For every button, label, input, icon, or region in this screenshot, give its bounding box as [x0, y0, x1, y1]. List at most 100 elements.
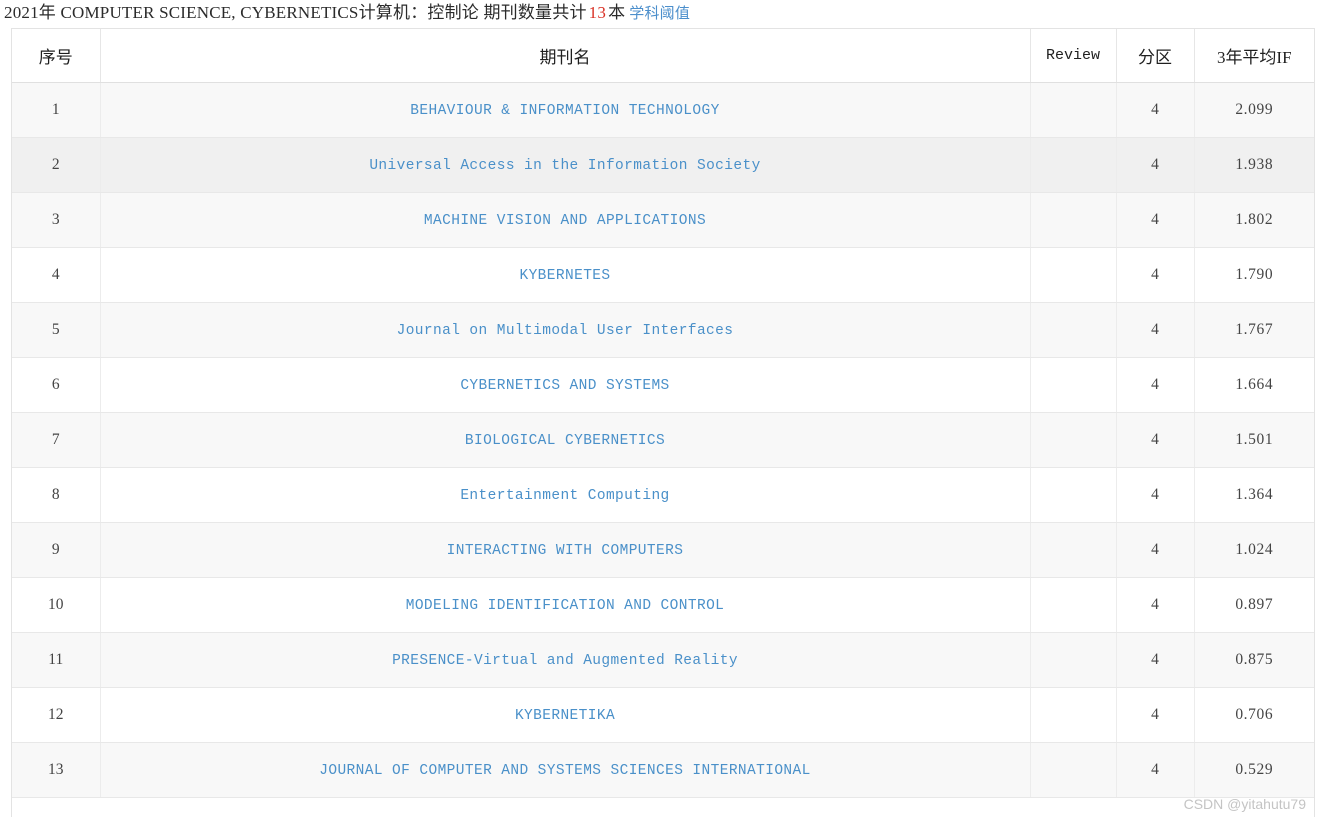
- cell-zone: 4: [1116, 412, 1195, 468]
- cell-zone: 4: [1116, 137, 1195, 193]
- cell-index: 10: [12, 577, 101, 633]
- cell-journal-name: Universal Access in the Information Soci…: [100, 137, 1031, 193]
- table-header-row: 序号 期刊名 Review 分区 3年平均IF: [12, 29, 1314, 83]
- cell-impact-factor: 1.501: [1194, 412, 1314, 468]
- column-header-index[interactable]: 序号: [12, 29, 101, 83]
- title-year: 2021年: [4, 3, 56, 22]
- title-count-label: 期刊数量共计: [483, 3, 587, 22]
- cell-index: 2: [12, 137, 101, 193]
- journal-name-link[interactable]: PRESENCE-Virtual and Augmented Reality: [392, 653, 738, 669]
- cell-zone: 4: [1116, 82, 1195, 138]
- cell-review: [1030, 742, 1117, 798]
- cell-review: [1030, 467, 1117, 523]
- journal-name-link[interactable]: MACHINE VISION AND APPLICATIONS: [424, 213, 706, 229]
- cell-zone: 4: [1116, 632, 1195, 688]
- cell-index: 13: [12, 742, 101, 798]
- cell-zone: 4: [1116, 247, 1195, 303]
- table-row[interactable]: 5 Journal on Multimodal User Interfaces 4 1…: [12, 302, 1314, 358]
- cell-zone: 4: [1116, 192, 1195, 248]
- cell-review: [1030, 137, 1117, 193]
- cell-journal-name: INTERACTING WITH COMPUTERS: [100, 522, 1031, 578]
- table-row[interactable]: 12 KYBERNETIKA 4 0.706: [12, 687, 1314, 743]
- cell-impact-factor: 1.364: [1194, 467, 1314, 523]
- cell-journal-name: MODELING IDENTIFICATION AND CONTROL: [100, 577, 1031, 633]
- cell-journal-name: BIOLOGICAL CYBERNETICS: [100, 412, 1031, 468]
- journal-name-link[interactable]: KYBERNETES: [519, 268, 610, 284]
- journal-name-link[interactable]: Entertainment Computing: [460, 488, 669, 504]
- table-row[interactable]: 8 Entertainment Computing 4 1.364: [12, 467, 1314, 523]
- cell-journal-name: CYBERNETICS AND SYSTEMS: [100, 357, 1031, 413]
- column-header-name[interactable]: 期刊名: [100, 29, 1031, 83]
- cell-review: [1030, 632, 1117, 688]
- cell-impact-factor: 2.099: [1194, 82, 1314, 138]
- cell-review: [1030, 302, 1117, 358]
- page-title: 2021年 COMPUTER SCIENCE, CYBERNETICS计算机：控…: [0, 0, 1326, 28]
- cell-index: 12: [12, 687, 101, 743]
- subject-threshold-link[interactable]: 学科阈值: [625, 6, 690, 22]
- cell-review: [1030, 82, 1117, 138]
- cell-review: [1030, 192, 1117, 248]
- cell-journal-name: JOURNAL OF COMPUTER AND SYSTEMS SCIENCES…: [100, 742, 1031, 798]
- column-header-review[interactable]: Review: [1030, 29, 1117, 83]
- cell-journal-name: KYBERNETES: [100, 247, 1031, 303]
- column-header-zone[interactable]: 分区: [1116, 29, 1195, 83]
- table-row[interactable]: 10 MODELING IDENTIFICATION AND CONTROL 4 0.…: [12, 577, 1314, 633]
- journal-name-link[interactable]: KYBERNETIKA: [515, 708, 615, 724]
- table-row[interactable]: 7 BIOLOGICAL CYBERNETICS 4 1.501: [12, 412, 1314, 468]
- table-row[interactable]: 13 JOURNAL OF COMPUTER AND SYSTEMS SCIENC…: [12, 742, 1314, 798]
- title-count-value: 13: [588, 3, 607, 22]
- journal-name-link[interactable]: Universal Access in the Information Soci…: [369, 158, 760, 174]
- table-row[interactable]: 11 PRESENCE-Virtual and Augmented Reality…: [12, 632, 1314, 688]
- cell-journal-name: PRESENCE-Virtual and Augmented Reality: [100, 632, 1031, 688]
- journal-name-link[interactable]: BEHAVIOUR & INFORMATION TECHNOLOGY: [410, 103, 719, 119]
- cell-index: 4: [12, 247, 101, 303]
- cell-impact-factor: 0.897: [1194, 577, 1314, 633]
- title-count-unit: 本: [608, 3, 626, 22]
- cell-zone: 4: [1116, 577, 1195, 633]
- cell-journal-name: MACHINE VISION AND APPLICATIONS: [100, 192, 1031, 248]
- table-row[interactable]: 4 KYBERNETES 4 1.790: [12, 247, 1314, 303]
- cell-zone: 4: [1116, 742, 1195, 798]
- cell-index: 8: [12, 467, 101, 523]
- journal-name-link[interactable]: JOURNAL OF COMPUTER AND SYSTEMS SCIENCES…: [319, 763, 810, 779]
- journal-name-link[interactable]: BIOLOGICAL CYBERNETICS: [465, 433, 665, 449]
- cell-index: 3: [12, 192, 101, 248]
- cell-index: 11: [12, 632, 101, 688]
- cell-zone: 4: [1116, 522, 1195, 578]
- cell-review: [1030, 522, 1117, 578]
- cell-zone: 4: [1116, 302, 1195, 358]
- table-row[interactable]: 9 INTERACTING WITH COMPUTERS 4 1.024: [12, 522, 1314, 578]
- cell-impact-factor: 1.024: [1194, 522, 1314, 578]
- column-header-if[interactable]: 3年平均IF: [1194, 29, 1314, 83]
- cell-zone: 4: [1116, 357, 1195, 413]
- table-body: 1 BEHAVIOUR & INFORMATION TECHNOLOGY 4 2.09…: [12, 82, 1314, 798]
- cell-impact-factor: 0.706: [1194, 687, 1314, 743]
- cell-impact-factor: 1.802: [1194, 192, 1314, 248]
- cell-index: 5: [12, 302, 101, 358]
- journal-name-link[interactable]: MODELING IDENTIFICATION AND CONTROL: [406, 598, 725, 614]
- cell-journal-name: Entertainment Computing: [100, 467, 1031, 523]
- cell-impact-factor: 0.875: [1194, 632, 1314, 688]
- cell-journal-name: BEHAVIOUR & INFORMATION TECHNOLOGY: [100, 82, 1031, 138]
- cell-review: [1030, 412, 1117, 468]
- cell-impact-factor: 1.790: [1194, 247, 1314, 303]
- journal-table-container: 序号 期刊名 Review 分区 3年平均IF 1 BEHAVIOUR & INF…: [11, 28, 1315, 817]
- cell-review: [1030, 357, 1117, 413]
- journal-name-link[interactable]: CYBERNETICS AND SYSTEMS: [460, 378, 669, 394]
- table-row[interactable]: 6 CYBERNETICS AND SYSTEMS 4 1.664: [12, 357, 1314, 413]
- journal-name-link[interactable]: Journal on Multimodal User Interfaces: [397, 323, 734, 339]
- cell-zone: 4: [1116, 467, 1195, 523]
- cell-impact-factor: 1.664: [1194, 357, 1314, 413]
- cell-impact-factor: 1.767: [1194, 302, 1314, 358]
- cell-journal-name: KYBERNETIKA: [100, 687, 1031, 743]
- table-row[interactable]: 2 Universal Access in the Information Soc…: [12, 137, 1314, 193]
- table-row[interactable]: 1 BEHAVIOUR & INFORMATION TECHNOLOGY 4 2.09…: [12, 82, 1314, 138]
- watermark: CSDN @yitahutu79: [1183, 796, 1306, 812]
- cell-index: 6: [12, 357, 101, 413]
- journal-name-link[interactable]: INTERACTING WITH COMPUTERS: [447, 543, 684, 559]
- journal-table: 序号 期刊名 Review 分区 3年平均IF 1 BEHAVIOUR & INF…: [12, 29, 1314, 798]
- title-category-en: COMPUTER SCIENCE, CYBERNETICS: [60, 3, 359, 22]
- cell-review: [1030, 247, 1117, 303]
- table-row[interactable]: 3 MACHINE VISION AND APPLICATIONS 4 1.802: [12, 192, 1314, 248]
- cell-review: [1030, 687, 1117, 743]
